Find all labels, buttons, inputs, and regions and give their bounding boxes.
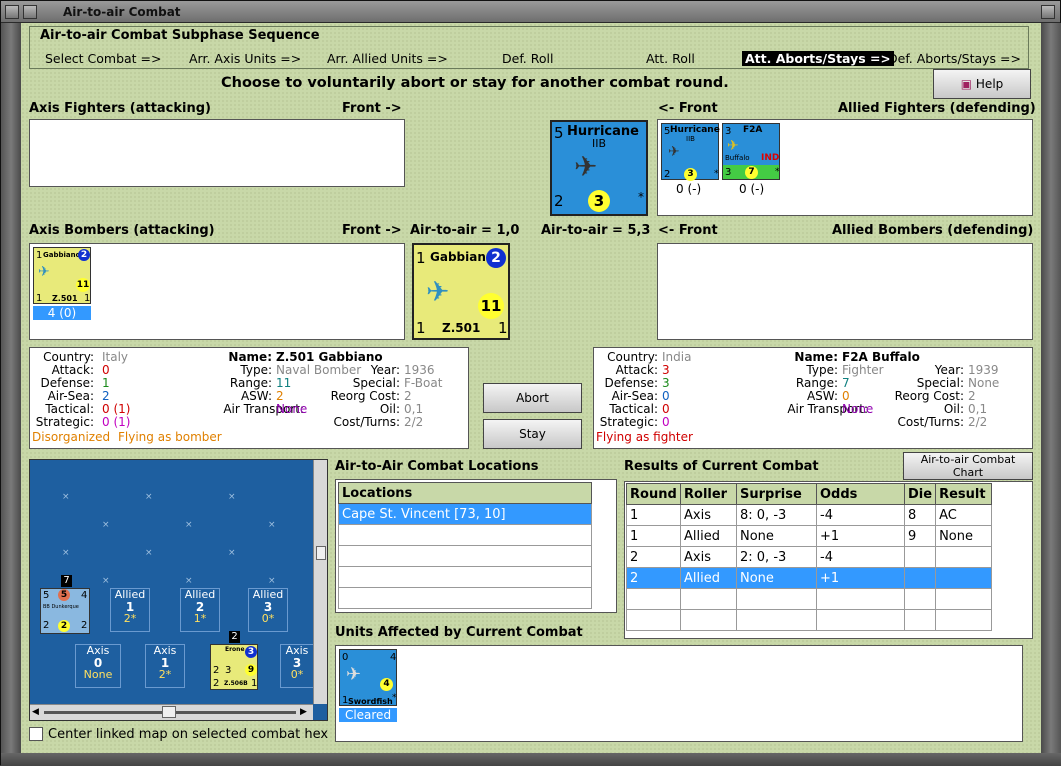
- results-table[interactable]: Round Roller Surprise Odds Die Result 1A…: [624, 481, 1033, 639]
- instruction-text: Choose to voluntarily abort or stay for …: [221, 75, 729, 91]
- plane-icon: ✈: [727, 138, 739, 154]
- window-frame-right: [1041, 23, 1061, 766]
- map-horizontal-scrollbar[interactable]: ◀ ▶: [30, 704, 313, 720]
- allied-bombers-label: Allied Bombers (defending): [832, 223, 1034, 238]
- map-axis-plane-counter[interactable]: 2 Erone 3 2 3 9 2 Z.506B 1: [210, 631, 258, 690]
- scroll-left-icon[interactable]: ◀: [32, 707, 39, 717]
- combat-chart-button[interactable]: Air-to-air Combat Chart: [903, 452, 1033, 480]
- allied-unit-info: Country: India Attack: 3 Defense: 3 Air-…: [593, 347, 1033, 449]
- plane-icon: ✈: [668, 144, 680, 160]
- table-row[interactable]: 2 Allied None +1: [626, 567, 993, 589]
- plane-icon: ✈: [38, 264, 50, 280]
- front-left-label: <- Front: [658, 101, 718, 116]
- sequence-title: Air-to-air Combat Subphase Sequence: [40, 28, 320, 43]
- allied-fighters-label: Allied Fighters (defending): [838, 101, 1036, 116]
- map-box-axis-3[interactable]: Axis 3 0*: [280, 644, 314, 688]
- big-axis-unit-counter[interactable]: 1 Gabbiano 2 ✈ 11 1 Z.501 1: [412, 243, 510, 340]
- minimize-icon[interactable]: [23, 5, 37, 19]
- window-frame-left: [1, 23, 21, 766]
- axis-bombers-label: Axis Bombers (attacking): [29, 223, 215, 238]
- center-map-checkbox-label: Center linked map on selected combat hex: [48, 727, 329, 742]
- window: Air-to-air Combat Air-to-air Combat Subp…: [0, 0, 1061, 766]
- affected-title: Units Affected by Current Combat: [335, 625, 583, 640]
- seq-step-arr-allied: Arr. Allied Units =>: [327, 51, 448, 66]
- title-bar[interactable]: Air-to-air Combat: [1, 1, 1060, 23]
- allied-bombers-box[interactable]: [657, 243, 1033, 340]
- combat-panel: Air-to-air Combat Subphase Sequence Sele…: [21, 23, 1041, 753]
- air-to-air-axis-label: Air-to-air = 1,0: [410, 223, 520, 238]
- axis-fighters-label: Axis Fighters (attacking): [29, 101, 211, 116]
- sequence-box: Air-to-air Combat Subphase Sequence Sele…: [29, 26, 1029, 69]
- allied-fighter-status: 0 (-): [739, 182, 765, 196]
- seq-step-select-combat: Select Combat =>: [45, 51, 162, 66]
- results-title: Results of Current Combat: [624, 459, 819, 474]
- map-box-allied-2[interactable]: Allied 2 1*: [180, 588, 220, 632]
- map-box-allied-1[interactable]: Allied 1 2*: [110, 588, 150, 632]
- abort-button[interactable]: Abort: [483, 383, 582, 413]
- plane-icon: ✈: [426, 275, 450, 308]
- locations-header: Locations: [338, 482, 592, 504]
- air-to-air-allied-label: Air-to-air = 5,3: [541, 223, 651, 238]
- seq-step-att-roll: Att. Roll: [646, 51, 695, 66]
- location-row[interactable]: Cape St. Vincent [73, 10]: [338, 503, 592, 525]
- axis-bombers-box[interactable]: 1 Gabbiano 2 ✈ 11 1 Z.501 1 4 (0): [29, 243, 405, 340]
- plane-icon: ✈: [346, 664, 362, 685]
- allied-fighter-counter-hurricane[interactable]: 5 Hurricane IIB ✈ 2 3 *: [661, 123, 720, 181]
- affected-unit-counter[interactable]: 0 4 ✈ 4 1 Swordfish *: [339, 649, 397, 706]
- locations-table[interactable]: Locations Cape St. Vincent [73, 10]: [335, 479, 617, 613]
- front-right-label: Front ->: [342, 101, 402, 116]
- seq-step-att-aborts: Att. Aborts/Stays =>: [742, 51, 894, 66]
- front-left-label: <- Front: [658, 223, 718, 238]
- window-title: Air-to-air Combat: [63, 5, 181, 19]
- plane-icon: ✈: [574, 150, 598, 183]
- map-vertical-scroll-thumb[interactable]: [316, 546, 326, 560]
- scroll-right-icon[interactable]: ▶: [300, 707, 307, 717]
- table-row[interactable]: 2 Axis 2: 0, -3 -4: [626, 546, 993, 568]
- map-box-axis-0[interactable]: Axis 0 None: [75, 644, 121, 688]
- axis-bomber-status: 4 (0): [33, 306, 91, 320]
- locations-title: Air-to-Air Combat Locations: [335, 459, 539, 474]
- map-box-allied-3[interactable]: Allied 3 0*: [248, 588, 288, 632]
- seq-step-def-roll: Def. Roll: [502, 51, 554, 66]
- window-frame-bottom: [1, 753, 1061, 766]
- help-book-icon: ▣: [960, 77, 973, 91]
- center-map-checkbox[interactable]: [29, 727, 43, 741]
- map-box-axis-1[interactable]: Axis 1 2*: [145, 644, 185, 688]
- seq-step-def-aborts: Def. Aborts/Stays =>: [888, 51, 1021, 66]
- table-row[interactable]: 1 Allied None +1 9 None: [626, 525, 993, 547]
- map-horizontal-scroll-thumb[interactable]: [162, 706, 176, 718]
- allied-fighters-box[interactable]: 5 Hurricane IIB ✈ 2 3 * 0 (-) 3 F2A ✈ Bu…: [657, 119, 1033, 216]
- axis-bomber-counter[interactable]: 1 Gabbiano 2 ✈ 11 1 Z.501 1: [33, 247, 91, 304]
- system-menu-icon[interactable]: [5, 5, 19, 19]
- front-right-label: Front ->: [342, 223, 402, 238]
- help-button[interactable]: ▣ Help: [933, 69, 1031, 99]
- map-vertical-scrollbar[interactable]: [313, 460, 327, 704]
- affected-units-box[interactable]: 0 4 ✈ 4 1 Swordfish * Cleared: [335, 645, 1023, 742]
- ship-counter[interactable]: 7 5 5 4 BB Dunkerque 2 2 2: [40, 575, 90, 634]
- allied-fighter-counter-f2a[interactable]: 3 F2A ✈ Buffalo IND 3 7 *: [722, 123, 780, 180]
- axis-unit-info: Country: Italy Attack: 0 Defense: 1 Air-…: [29, 347, 469, 449]
- linked-map[interactable]: × × × × × × × × × × × × 7 5 5 4 BB Dunke…: [29, 459, 328, 721]
- axis-fighters-box[interactable]: [29, 119, 405, 187]
- close-icon[interactable]: [1041, 5, 1055, 19]
- stay-button[interactable]: Stay: [483, 419, 582, 449]
- seq-step-arr-axis: Arr. Axis Units =>: [189, 51, 302, 66]
- allied-fighter-status: 0 (-): [676, 182, 702, 196]
- big-allied-unit-counter[interactable]: 5 Hurricane IIB ✈ 2 3 *: [550, 120, 648, 216]
- table-row[interactable]: 1 Axis 8: 0, -3 -4 8 AC: [626, 504, 993, 526]
- affected-unit-status: Cleared: [339, 708, 397, 722]
